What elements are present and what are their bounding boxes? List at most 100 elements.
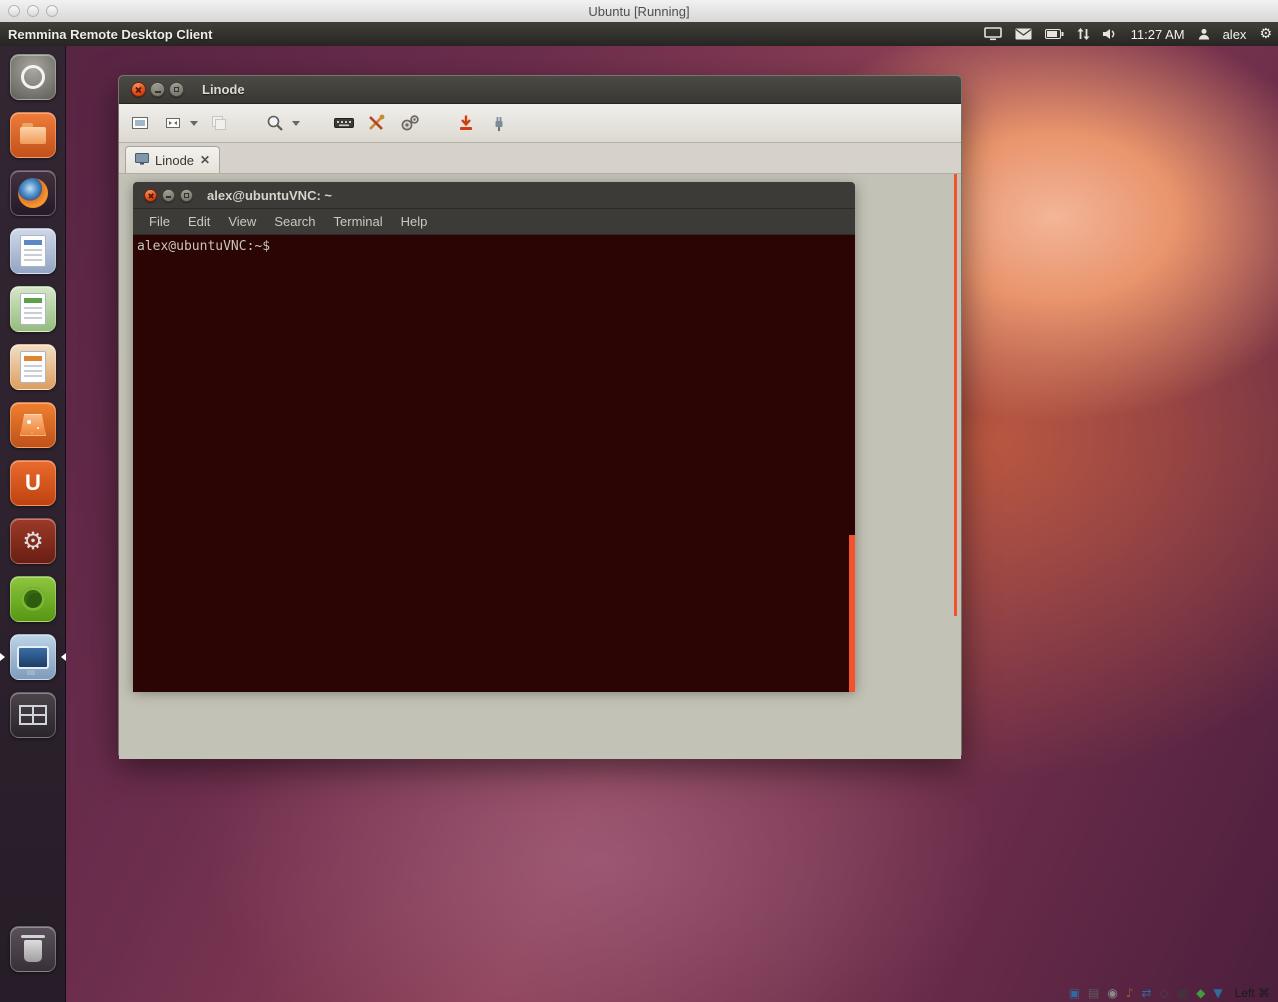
terminal-prompt: alex@ubuntuVNC:~$ bbox=[137, 239, 270, 254]
fullscreen-button[interactable] bbox=[128, 111, 152, 135]
ubuntu-one-icon: U bbox=[10, 460, 56, 506]
launcher-item-remmina[interactable] bbox=[0, 628, 66, 686]
fit-window-button[interactable] bbox=[161, 111, 185, 135]
zoom-dropdown-icon[interactable] bbox=[292, 121, 300, 126]
green-app-icon bbox=[10, 576, 56, 622]
launcher-item-software-center[interactable] bbox=[0, 396, 66, 454]
tab-linode[interactable]: Linode ✕ bbox=[125, 146, 220, 173]
zoom-button[interactable] bbox=[263, 111, 287, 135]
remmina-titlebar[interactable]: Linode bbox=[119, 76, 961, 104]
remmina-toolbar bbox=[119, 104, 961, 143]
launcher-item-system-settings[interactable]: ⚙ bbox=[0, 512, 66, 570]
terminal-close-button[interactable] bbox=[144, 189, 157, 202]
terminal-maximize-button[interactable] bbox=[180, 189, 193, 202]
firefox-icon bbox=[10, 170, 56, 216]
vbox-mouse-integration-icon[interactable]: ▼ bbox=[1213, 986, 1222, 1000]
remmina-window-buttons bbox=[131, 82, 184, 97]
dash-home-icon bbox=[10, 54, 56, 100]
indicator-area: 11:27 AM alex ⚙ bbox=[984, 22, 1272, 46]
launcher-item-libreoffice-writer[interactable] bbox=[0, 222, 66, 280]
menu-view[interactable]: View bbox=[219, 214, 265, 229]
launcher-item-trash[interactable] bbox=[0, 920, 66, 978]
trash-icon bbox=[10, 926, 56, 972]
menu-edit[interactable]: Edit bbox=[179, 214, 219, 229]
fit-window-dropdown-icon[interactable] bbox=[190, 121, 198, 126]
username-menu[interactable]: alex bbox=[1223, 27, 1247, 42]
vbox-hard-disk-icon[interactable]: ▤ bbox=[1088, 986, 1099, 1000]
vbox-usb-icon[interactable]: ◇ bbox=[1160, 986, 1169, 1000]
sync-indicator-icon[interactable] bbox=[1077, 28, 1090, 40]
remmina-tabbar: Linode ✕ bbox=[119, 143, 961, 174]
plug-icon[interactable] bbox=[487, 111, 511, 135]
remmina-close-button[interactable] bbox=[131, 82, 146, 97]
tab-label: Linode bbox=[155, 153, 194, 168]
launcher-item-dash-home[interactable] bbox=[0, 48, 66, 106]
terminal-window: alex@ubuntuVNC: ~ File Edit View Search … bbox=[133, 182, 855, 690]
launcher-item-ubuntu-one[interactable]: U bbox=[0, 454, 66, 512]
workspace-switcher-icon bbox=[10, 692, 56, 738]
vm-window-title: Ubuntu [Running] bbox=[0, 4, 1278, 19]
host-key-label: Left ⌘ bbox=[1235, 986, 1270, 1000]
remmina-icon bbox=[10, 634, 56, 680]
vbox-optical-drive-icon[interactable]: ◉ bbox=[1107, 986, 1117, 1000]
active-app-title: Remmina Remote Desktop Client bbox=[8, 27, 212, 42]
launcher-item-libreoffice-calc[interactable] bbox=[0, 280, 66, 338]
remote-desktop-indicator-icon[interactable] bbox=[984, 27, 1002, 41]
vbox-network-icon[interactable]: ⇄ bbox=[1142, 986, 1152, 1000]
keyboard-grab-button[interactable] bbox=[332, 111, 356, 135]
battery-indicator-icon[interactable] bbox=[1045, 29, 1064, 39]
libreoffice-impress-icon bbox=[10, 344, 56, 390]
remote-desktop-viewport[interactable]: alex@ubuntuVNC: ~ File Edit View Search … bbox=[119, 174, 961, 759]
clock[interactable]: 11:27 AM bbox=[1131, 27, 1185, 42]
vbox-status-bar: ▣ ▤ ◉ ♪ ⇄ ◇ ▦ ◆ ▼ Left ⌘ bbox=[1069, 986, 1270, 1000]
vbox-audio-icon[interactable]: ♪ bbox=[1126, 986, 1134, 1000]
remote-screen-icon bbox=[135, 153, 149, 168]
remmina-maximize-button[interactable] bbox=[169, 82, 184, 97]
vm-traffic-lights bbox=[8, 5, 58, 17]
home-folder-icon bbox=[10, 112, 56, 158]
volume-indicator-icon[interactable] bbox=[1103, 28, 1118, 40]
unity-launcher: U ⚙ bbox=[0, 46, 66, 1002]
terminal-title: alex@ubuntuVNC: ~ bbox=[207, 188, 332, 203]
launcher-item-green-app[interactable] bbox=[0, 570, 66, 628]
terminal-titlebar[interactable]: alex@ubuntuVNC: ~ bbox=[133, 182, 855, 209]
vm-titlebar: Ubuntu [Running] bbox=[0, 0, 1278, 23]
tab-close-icon[interactable]: ✕ bbox=[200, 153, 210, 167]
launcher-item-home-folder[interactable] bbox=[0, 106, 66, 164]
ubuntu-top-panel: Remmina Remote Desktop Client 11:27 AM a… bbox=[0, 22, 1278, 46]
mail-indicator-icon[interactable] bbox=[1015, 28, 1032, 40]
libreoffice-writer-icon bbox=[10, 228, 56, 274]
vm-close-button[interactable] bbox=[8, 5, 20, 17]
focused-indicator bbox=[61, 653, 66, 661]
terminal-body[interactable]: alex@ubuntuVNC:~$ bbox=[133, 235, 855, 692]
gear-icon: ⚙ bbox=[22, 529, 44, 553]
menu-file[interactable]: File bbox=[140, 214, 179, 229]
viewport-right-artifact bbox=[954, 174, 957, 616]
menu-search[interactable]: Search bbox=[265, 214, 324, 229]
software-center-icon bbox=[10, 402, 56, 448]
tools-button[interactable] bbox=[365, 111, 389, 135]
launcher-item-libreoffice-impress[interactable] bbox=[0, 338, 66, 396]
remmina-minimize-button[interactable] bbox=[150, 82, 165, 97]
libreoffice-calc-icon bbox=[10, 286, 56, 332]
terminal-menubar: File Edit View Search Terminal Help bbox=[133, 209, 855, 235]
launcher-item-workspace-switcher[interactable] bbox=[0, 686, 66, 744]
session-gear-icon[interactable]: ⚙ bbox=[1259, 26, 1272, 42]
vm-zoom-button[interactable] bbox=[46, 5, 58, 17]
user-icon bbox=[1198, 28, 1210, 40]
vbox-auto-resize-icon[interactable]: ◆ bbox=[1196, 986, 1205, 1000]
duplicate-connection-button[interactable] bbox=[207, 111, 231, 135]
vbox-display-icon[interactable]: ▣ bbox=[1069, 986, 1080, 1000]
terminal-minimize-button[interactable] bbox=[162, 189, 175, 202]
launcher-item-firefox[interactable] bbox=[0, 164, 66, 222]
terminal-window-buttons bbox=[144, 189, 193, 202]
running-indicator bbox=[0, 653, 5, 661]
preferences-gears-button[interactable] bbox=[398, 111, 422, 135]
menu-help[interactable]: Help bbox=[392, 214, 437, 229]
vm-minimize-button[interactable] bbox=[27, 5, 39, 17]
remmina-window: Linode bbox=[118, 75, 962, 756]
disconnect-button[interactable] bbox=[454, 111, 478, 135]
system-settings-icon: ⚙ bbox=[10, 518, 56, 564]
vbox-shared-folders-icon[interactable]: ▦ bbox=[1177, 986, 1188, 1000]
menu-terminal[interactable]: Terminal bbox=[325, 214, 392, 229]
